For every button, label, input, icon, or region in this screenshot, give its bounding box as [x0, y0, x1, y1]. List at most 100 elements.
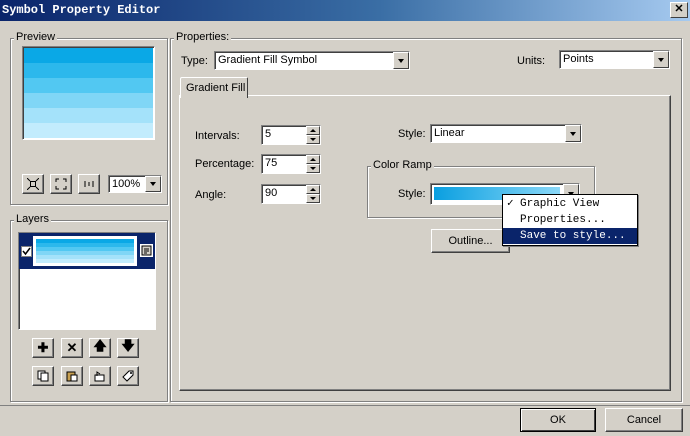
- style-label: Style:: [398, 128, 426, 140]
- gradient-band: [24, 48, 153, 63]
- move-layer-down-button[interactable]: 🡇: [117, 338, 139, 358]
- percentage-label: Percentage:: [195, 158, 255, 170]
- spin-down-icon: [310, 167, 316, 170]
- undo-layer-button[interactable]: [89, 366, 111, 386]
- percentage-field[interactable]: 75: [261, 154, 321, 174]
- actual-size-icon: [84, 181, 94, 187]
- menu-item-save-to-style-label: Save to style...: [520, 230, 626, 242]
- angle-spin-up[interactable]: [306, 185, 320, 194]
- type-label: Type:: [181, 55, 208, 67]
- intervals-spin-down[interactable]: [306, 135, 320, 144]
- layer-properties-glyph: [141, 245, 152, 256]
- delete-icon: ✕: [66, 340, 78, 355]
- gradient-band: [24, 108, 153, 123]
- chevron-down-icon: [150, 182, 156, 186]
- units-dropdown-button[interactable]: [653, 51, 669, 68]
- gradient-band: [36, 259, 134, 263]
- cancel-button-label: Cancel: [626, 414, 662, 426]
- menu-item-properties[interactable]: Properties...: [503, 212, 637, 228]
- chevron-down-icon: [398, 58, 404, 63]
- type-dropdown-button[interactable]: [393, 52, 409, 69]
- paste-layer-button[interactable]: [61, 366, 83, 386]
- units-select[interactable]: Points: [559, 50, 670, 69]
- spin-up-icon: [310, 129, 316, 132]
- angle-field[interactable]: 90: [261, 184, 321, 204]
- preview-canvas: [22, 46, 155, 140]
- zoom-select[interactable]: 100%: [108, 175, 162, 193]
- menu-item-save-to-style[interactable]: Save to style...: [503, 228, 637, 244]
- percentage-spin-up[interactable]: [306, 155, 320, 164]
- tag-icon: [122, 370, 134, 382]
- style-select[interactable]: Linear: [430, 124, 582, 143]
- zoom-full-button[interactable]: [22, 174, 44, 194]
- preview-gradient: [24, 48, 153, 138]
- ramp-style-label: Style:: [398, 188, 426, 200]
- tab-gradient-fill-label: Gradient Fill: [186, 82, 246, 94]
- actual-size-button[interactable]: [78, 174, 100, 194]
- style-value: Linear: [434, 127, 465, 139]
- close-icon: ✕: [674, 3, 684, 15]
- zoom-fit-button[interactable]: [50, 174, 72, 194]
- properties-label: Properties:: [174, 31, 232, 43]
- remove-layer-button[interactable]: ✕: [61, 338, 83, 358]
- ok-button[interactable]: OK: [520, 408, 596, 432]
- zoom-full-icon: [27, 178, 39, 190]
- layer-visibility-checkbox[interactable]: [21, 246, 32, 257]
- layer-gradient: [36, 239, 134, 263]
- style-dropdown-button[interactable]: [565, 125, 581, 142]
- zoom-dropdown-button[interactable]: [145, 176, 161, 192]
- copy-layer-button[interactable]: [32, 366, 54, 386]
- layer-properties-icon[interactable]: [140, 244, 153, 257]
- close-button[interactable]: ✕: [670, 2, 688, 18]
- intervals-value: 5: [265, 128, 272, 140]
- gradient-band: [24, 123, 153, 138]
- copy-icon: [37, 370, 49, 382]
- menu-item-properties-label: Properties...: [520, 214, 606, 226]
- gradient-band: [24, 63, 153, 78]
- angle-value: 90: [265, 187, 278, 199]
- layer-thumbnail: [33, 236, 137, 266]
- layers-list[interactable]: [18, 232, 156, 330]
- menu-item-graphic-view-label: Graphic View: [520, 198, 600, 210]
- spin-up-icon: [310, 188, 316, 191]
- percentage-value: 75: [265, 157, 278, 169]
- type-value: Gradient Fill Symbol: [218, 54, 318, 66]
- ok-button-label: OK: [550, 414, 566, 426]
- plus-icon: ✚: [37, 340, 49, 355]
- type-select[interactable]: Gradient Fill Symbol: [214, 51, 410, 70]
- units-label: Units:: [517, 55, 546, 67]
- preview-label: Preview: [14, 31, 58, 43]
- title-bar: Symbol Property Editor ✕: [0, 0, 690, 21]
- layers-label: Layers: [14, 213, 52, 225]
- tag-layer-button[interactable]: [117, 366, 139, 386]
- angle-spin-down[interactable]: [306, 194, 320, 203]
- intervals-spin-up[interactable]: [306, 126, 320, 135]
- spin-up-icon: [310, 158, 316, 161]
- spin-down-icon: [310, 138, 316, 141]
- outline-button[interactable]: Outline...: [431, 229, 510, 253]
- percentage-spin-down[interactable]: [306, 164, 320, 173]
- cancel-button[interactable]: Cancel: [605, 408, 683, 432]
- paste-icon: [66, 371, 78, 382]
- layer-row[interactable]: [19, 233, 155, 269]
- menu-item-graphic-view[interactable]: ✓ Graphic View: [503, 196, 637, 212]
- checkmark-icon: [22, 247, 31, 256]
- divider: [0, 405, 690, 406]
- chevron-down-icon: [570, 131, 576, 136]
- check-icon: ✓: [507, 198, 514, 210]
- zoom-value: 100%: [112, 178, 141, 190]
- undo-icon: [94, 371, 105, 382]
- color-ramp-label: Color Ramp: [371, 159, 434, 171]
- angle-label: Angle:: [195, 189, 227, 201]
- outline-button-label: Outline...: [448, 235, 493, 247]
- intervals-label: Intervals:: [195, 130, 240, 142]
- move-layer-up-button[interactable]: 🡅: [89, 338, 111, 358]
- add-layer-button[interactable]: ✚: [32, 338, 54, 358]
- window-title: Symbol Property Editor: [2, 3, 161, 17]
- tab-gradient-fill[interactable]: Gradient Fill: [180, 77, 248, 98]
- gradient-band: [24, 93, 153, 108]
- chevron-down-icon: [658, 57, 664, 62]
- context-menu: ✓ Graphic View Properties... Save to sty…: [502, 194, 638, 246]
- units-value: Points: [563, 53, 594, 65]
- intervals-field[interactable]: 5: [261, 125, 321, 145]
